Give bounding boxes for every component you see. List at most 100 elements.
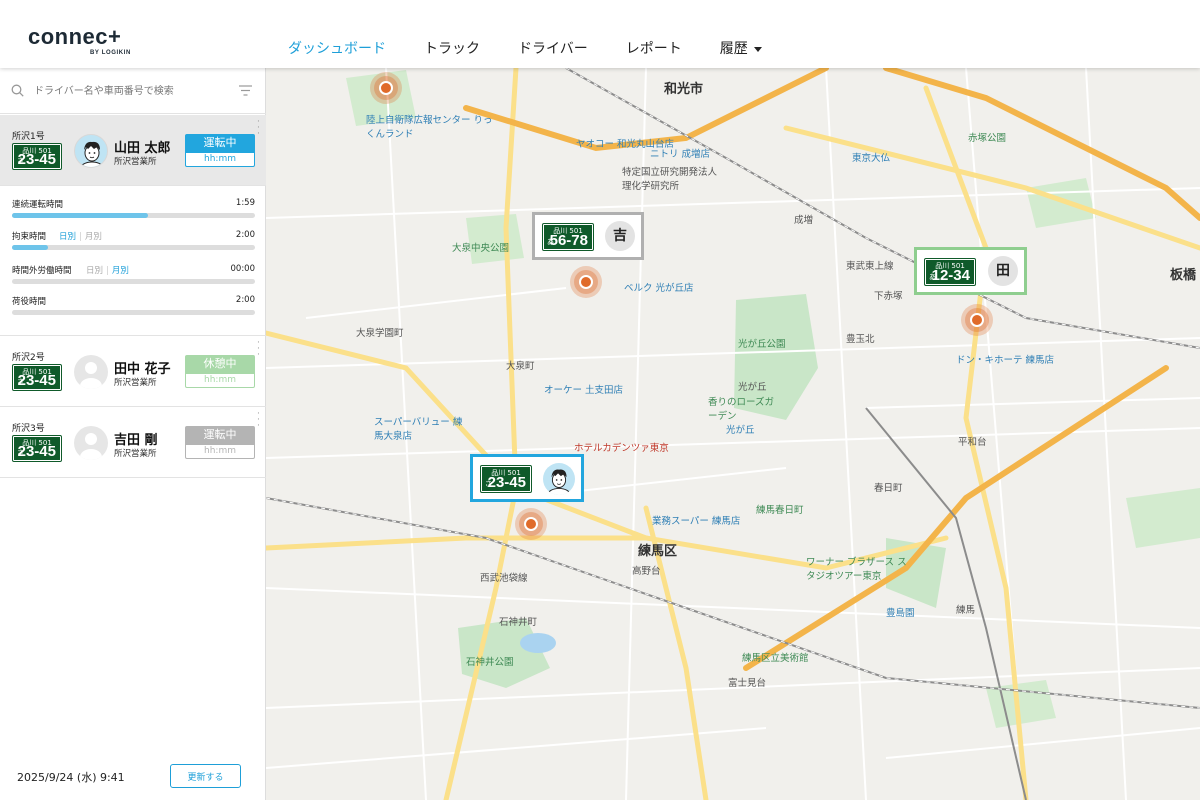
pin-ring <box>965 308 989 332</box>
cargo-time-row: 荷役時間 2:00 <box>12 295 255 323</box>
plate-number: 23-45 <box>487 474 526 491</box>
status-time: hh:mm <box>185 373 255 388</box>
nav-reports[interactable]: レポート <box>626 38 682 58</box>
status-time: hh:mm <box>185 444 255 459</box>
overtime-daily-toggle[interactable]: 日別 <box>86 266 103 276</box>
map-label-akatsuka-park: 赤塚公園 <box>968 133 1007 144</box>
user-placeholder-icon <box>80 433 102 460</box>
nav-drivers[interactable]: ドライバー <box>518 38 588 58</box>
refresh-button[interactable]: 更新する <box>170 764 241 788</box>
map-label-hikarigaoka-station: 光が丘 <box>726 425 755 436</box>
vehicle-callout-12-34[interactable]: 品川 501 あ 12-34 田 <box>914 247 1027 295</box>
map-label-takanodai: 高野台 <box>632 566 661 577</box>
overtime-bar <box>12 279 255 284</box>
top-header: connec+ BY LOGIKIN ダッシュボード トラック ドライバー レポ… <box>0 0 1200 68</box>
more-options-icon[interactable]: · · · <box>257 118 260 139</box>
binding-monthly-toggle[interactable]: 月別 <box>85 232 102 242</box>
nav-history[interactable]: 履歴 <box>720 38 762 58</box>
overtime-monthly-toggle[interactable]: 月別 <box>112 266 129 276</box>
plate-number: 23-45 <box>17 372 56 389</box>
license-plate: 品川 501 さ 23-45 <box>12 364 62 391</box>
logo-text: connec+ <box>28 24 122 49</box>
map-label-oizumi-gakuen: 大泉学園町 <box>356 328 404 339</box>
vehicle-pin-12-34[interactable] <box>961 304 993 336</box>
map-label-shimoakatsuka: 下赤塚 <box>874 291 903 302</box>
map-label-yaoko: ヤオコー 和光丸山台店 <box>576 139 675 150</box>
map-label-hotel: ホテルカデンツァ東京 <box>574 443 669 454</box>
caret-down-icon <box>753 46 762 52</box>
map-label-gyomu-super: 業務スーパー 練馬店 <box>652 516 741 527</box>
status-time: hh:mm <box>185 152 255 167</box>
map-label-tokyo-daibutsu: 東京大仏 <box>852 153 891 164</box>
pin-ring <box>519 512 543 536</box>
map-label-itabashi: 板橋 <box>1170 268 1197 283</box>
driver-card-yoshida[interactable]: · · · 所沢3号 品川 501 さ 23-45 吉田 剛 所沢営業所 運転中 h… <box>0 407 266 478</box>
driver-photo-icon <box>547 469 571 495</box>
map-label-nerima-kasugacho: 練馬春日町 <box>756 505 804 516</box>
vehicle-callout-23-45[interactable]: 品川 501 さ 23-45 <box>470 454 584 502</box>
nav-dashboard[interactable]: ダッシュボード <box>288 38 386 58</box>
map-label-narimasu: 成増 <box>794 215 814 226</box>
connect-logo[interactable]: connec+ BY LOGIKIN <box>28 26 138 60</box>
search-icon <box>11 84 24 97</box>
map-label-toshimaen: 豊島園 <box>886 608 915 619</box>
filter-icon[interactable] <box>239 85 252 96</box>
overtime-period-toggle: 日別 | 月別 <box>86 264 129 276</box>
driver-name: 吉田 剛 <box>114 433 158 448</box>
current-datetime: 2025/9/24 (水) 9:41 <box>17 771 125 784</box>
driver-sidebar: ··· 所沢1号 品川 501 さ 23-45 山田 太郎 所沢営業所 運転中 … <box>0 68 266 800</box>
binding-time-label: 拘束時間 <box>12 232 47 242</box>
map-label-shakujii: 石神井町 <box>499 617 538 628</box>
continuous-driving-label: 連続運転時間 <box>12 200 64 210</box>
continuous-driving-bar <box>12 213 255 218</box>
pin-ring <box>374 76 398 100</box>
map-view[interactable]: 練馬区 和光市 板橋 光が丘公園 光が丘 大泉町 大泉学園町 練馬 高野台 石神… <box>266 68 1200 800</box>
map-label-heiwadai: 平和台 <box>958 437 987 448</box>
map-label-donki: ドン・キホーテ 練馬店 <box>956 355 1055 366</box>
map-label-ok-store: オーケー 土支田店 <box>544 385 624 396</box>
driver-card-tanaka[interactable]: · · · 所沢2号 品川 501 さ 23-45 田中 花子 所沢営業所 休憩中 … <box>0 336 266 407</box>
binding-time-bar <box>12 245 255 250</box>
driver-name: 田中 花子 <box>114 362 171 377</box>
map-label-belc: ベルク 光が丘店 <box>624 283 694 294</box>
search-input[interactable] <box>34 81 234 101</box>
vehicle-name: 所沢3号 <box>12 424 45 434</box>
binding-time-fill <box>12 245 49 250</box>
toggle-divider: | <box>106 266 109 276</box>
driver-office: 所沢営業所 <box>114 157 157 167</box>
vehicle-pin-56-78[interactable] <box>570 266 602 298</box>
more-options-icon[interactable]: · · · <box>257 339 260 360</box>
driver-office: 所沢営業所 <box>114 378 157 388</box>
vehicle-pin[interactable] <box>370 72 402 104</box>
plate-number: 56-78 <box>549 232 588 249</box>
status-label: 運転中 <box>185 426 255 444</box>
license-plate: 品川 501 あ 12-34 <box>924 258 976 286</box>
driver-card-yamada[interactable]: · · · 所沢1号 品川 501 さ 23-45 山田 太郎 所沢営業所 運転中 … <box>0 115 266 186</box>
continuous-driving-row: 連続運転時間 1:59 <box>12 198 255 226</box>
vehicle-pin-23-45[interactable] <box>515 508 547 540</box>
driver-photo-icon <box>79 141 105 167</box>
driver-photo-avatar <box>543 463 575 495</box>
map-label-tobu-tojo-line: 東武東上線 <box>846 261 894 272</box>
status-badge: 休憩中 hh:mm <box>185 355 255 388</box>
plate-number: 12-34 <box>931 267 970 284</box>
nav-trucks[interactable]: トラック <box>424 38 480 58</box>
driver-details-panel: 連続運転時間 1:59 拘束時間 日別 | 月別 2:00 時間外労働時間 日別 | 月… <box>0 186 266 336</box>
binding-daily-toggle[interactable]: 日別 <box>59 232 76 242</box>
plate-number: 23-45 <box>17 151 56 168</box>
cargo-time-value: 2:00 <box>235 295 255 305</box>
map-label-oizumi-central-park: 大泉中央公園 <box>452 243 510 254</box>
toggle-divider: | <box>79 232 82 242</box>
overtime-row: 時間外労働時間 日別 | 月別 00:00 <box>12 264 255 292</box>
map-label-hikarigaoka: 光が丘 <box>738 382 767 393</box>
map-label-rikujieitai: 陸上自衛隊広報センター りっくんランド <box>366 115 493 140</box>
plate-number: 23-45 <box>17 443 56 460</box>
more-options-icon[interactable]: · · · <box>257 410 260 431</box>
map-label-rose-garden: 香りのローズガーデン <box>708 397 775 422</box>
vehicle-callout-56-78[interactable]: 品川 501 あ 56-78 吉 <box>532 212 644 260</box>
user-placeholder-icon <box>80 362 102 389</box>
map-label-riken: 特定国立研究開発法人 理化学研究所 <box>622 167 718 192</box>
map-label-kasuga: 春日町 <box>874 483 903 494</box>
status-label: 運転中 <box>185 134 255 152</box>
logo-sub: BY LOGIKIN <box>90 50 131 56</box>
